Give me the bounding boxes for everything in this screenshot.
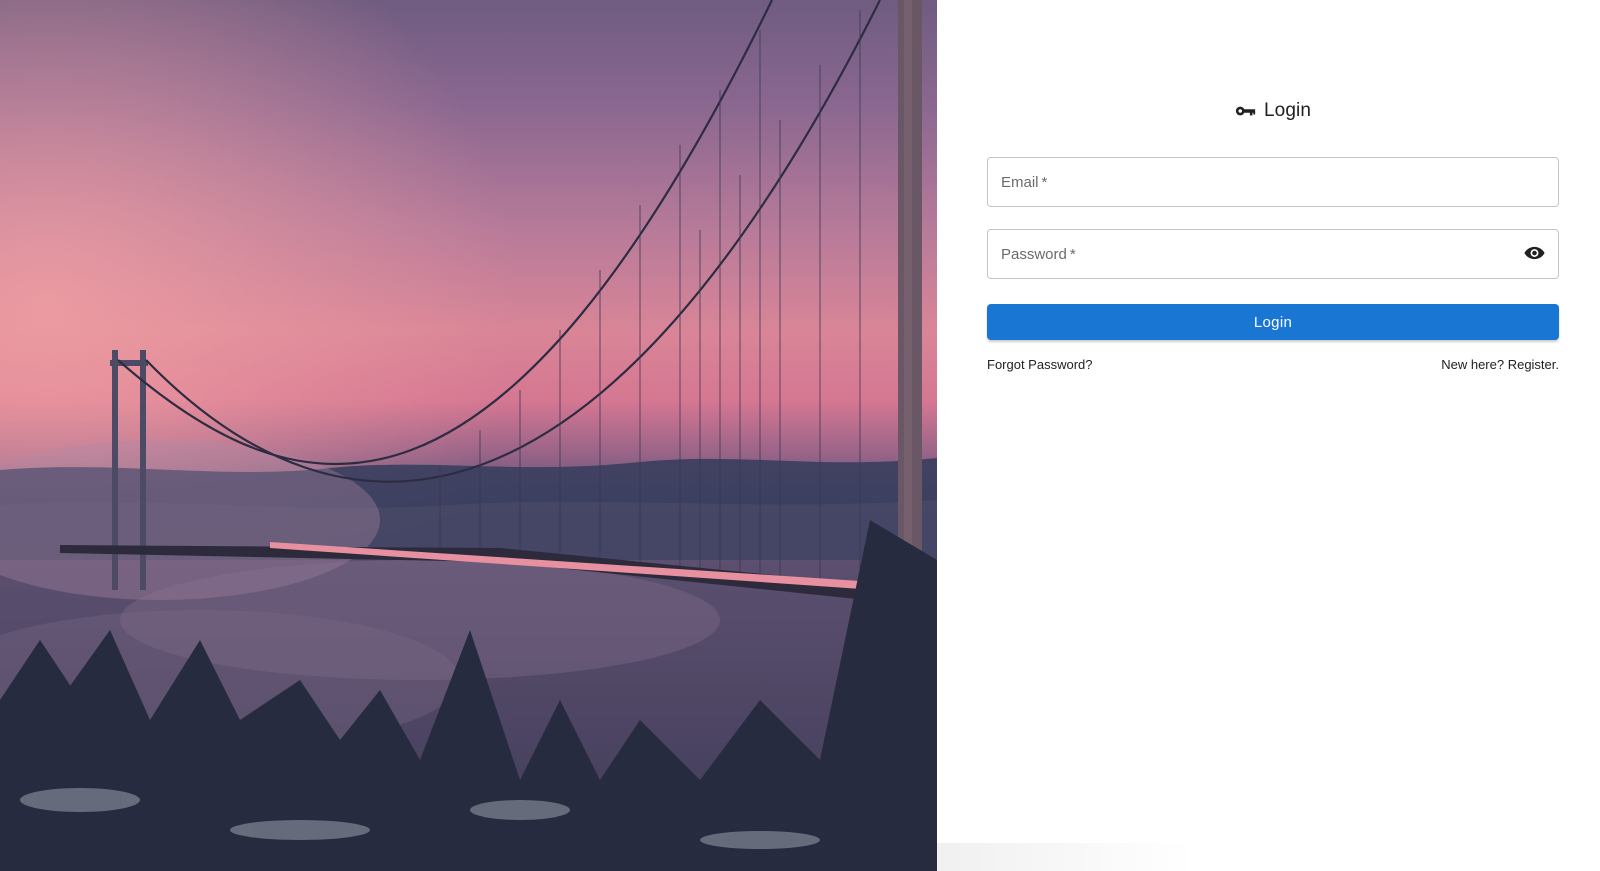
forgot-password-link[interactable]: Forgot Password? <box>987 357 1093 372</box>
password-input[interactable] <box>988 230 1558 278</box>
login-button[interactable]: Login <box>987 304 1559 340</box>
email-input[interactable] <box>988 158 1558 206</box>
login-title: Login <box>1264 100 1311 121</box>
eye-icon[interactable] <box>1524 245 1545 261</box>
register-link[interactable]: New here? Register. <box>1441 357 1559 372</box>
bridge-illustration <box>0 0 937 871</box>
bottom-shadow <box>937 843 1197 871</box>
email-field[interactable]: Email * <box>987 157 1559 207</box>
login-heading: Login <box>987 96 1559 126</box>
login-panel: Login Email * Password * Login Forgot Pass… <box>937 0 1600 871</box>
key-icon <box>1235 106 1256 116</box>
password-field[interactable]: Password * <box>987 229 1559 279</box>
login-links: Forgot Password? New here? Register. <box>987 357 1559 375</box>
background-photo <box>0 0 937 871</box>
